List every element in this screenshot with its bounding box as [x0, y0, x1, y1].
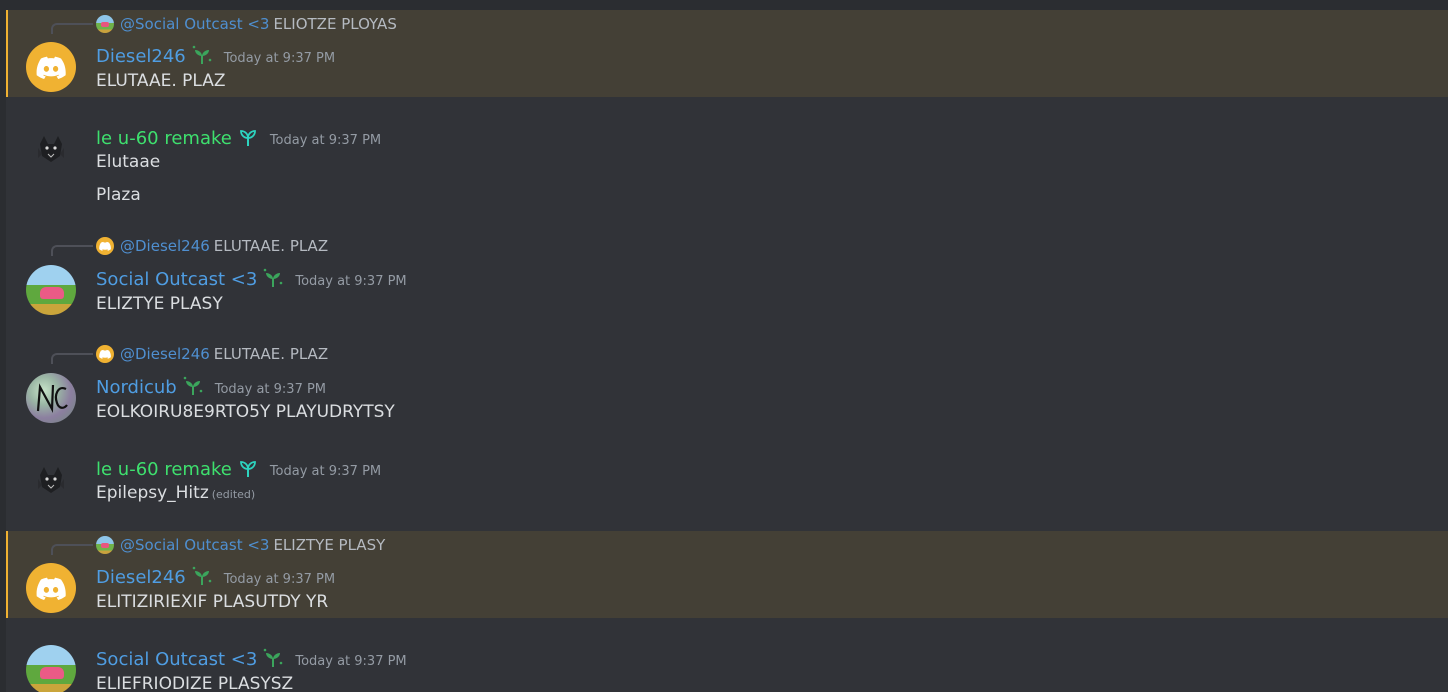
message[interactable]: @Diesel246 ELUTAAE. PLAZ Nordicub Today … — [6, 340, 1448, 430]
avatar[interactable] — [26, 645, 76, 692]
timestamp: Today at 9:37 PM — [269, 133, 382, 148]
message[interactable]: Social Outcast <3 Today at 9:37 PM ELIEF… — [6, 633, 1448, 692]
car-image — [40, 667, 64, 679]
message-header: Social Outcast <3 Today at 9:37 PM — [96, 265, 407, 290]
username[interactable]: Social Outcast <3 — [96, 649, 257, 670]
reply-author[interactable]: @Diesel246 — [120, 345, 210, 363]
car-image — [40, 287, 64, 299]
message-header: le u-60 remake Today at 9:37 PM — [96, 455, 381, 480]
reply-avatar-icon — [96, 345, 114, 363]
reply-connector — [51, 353, 93, 364]
sprout-icon[interactable] — [261, 268, 285, 288]
username[interactable]: Diesel246 — [96, 46, 186, 67]
timestamp: Today at 9:37 PM — [295, 274, 407, 289]
reply-connector — [51, 544, 93, 555]
avatar[interactable] — [26, 455, 76, 505]
sprout-icon[interactable] — [181, 376, 205, 396]
reply-text: ELUTAAE. PLAZ — [213, 237, 329, 255]
avatar[interactable] — [26, 42, 76, 92]
reply-author[interactable]: @Social Outcast <3 — [120, 536, 269, 554]
reply-connector — [51, 23, 93, 34]
message[interactable]: @Social Outcast <3 ELIOTZE PLOYAS Diesel… — [6, 10, 1448, 97]
message-content: Epilepsy_Hitz (edited) — [96, 483, 255, 503]
reply-preview[interactable]: @Social Outcast <3 ELIOTZE PLOYAS — [96, 14, 397, 34]
reply-text: ELUTAAE. PLAZ — [213, 345, 329, 363]
timestamp: Today at 9:37 PM — [269, 464, 382, 479]
reply-text: ELIZTYE PLASY — [273, 536, 386, 554]
message-header: Social Outcast <3 Today at 9:37 PM — [96, 645, 407, 670]
reply-preview[interactable]: @Social Outcast <3 ELIZTYE PLASY — [96, 535, 385, 555]
message-content: ELITIZIRIEXIF PLASUTDY YR — [96, 592, 329, 612]
sprout-cyan-icon[interactable] — [236, 127, 260, 147]
avatar[interactable] — [26, 373, 76, 423]
sprout-icon[interactable] — [190, 566, 214, 586]
username[interactable]: le u-60 remake — [96, 128, 232, 149]
top-strip — [0, 0, 1448, 10]
sprout-cyan-icon[interactable] — [236, 458, 260, 478]
message-header: Nordicub Today at 9:37 PM — [96, 373, 326, 398]
reply-connector — [51, 245, 93, 256]
edited-label: (edited) — [211, 488, 256, 501]
avatar[interactable] — [26, 563, 76, 613]
sprout-icon[interactable] — [261, 648, 285, 668]
message-content: Plaza — [96, 185, 141, 205]
message-content: ELIZTYE PLASY — [96, 294, 223, 314]
message-content: EOLKOIRU8E9RTO5Y PLAYUDRYTSY — [96, 402, 395, 422]
avatar[interactable] — [26, 124, 76, 174]
message[interactable]: le u-60 remake Today at 9:37 PM Elutaae … — [6, 112, 1448, 212]
bat-avatar-icon — [38, 467, 64, 493]
sprout-icon[interactable] — [190, 45, 214, 65]
username[interactable]: Nordicub — [96, 377, 177, 398]
reply-avatar-icon — [96, 536, 114, 554]
message-header: Diesel246 Today at 9:37 PM — [96, 563, 335, 588]
timestamp: Today at 9:37 PM — [223, 51, 336, 66]
message[interactable]: le u-60 remake Today at 9:37 PM Epilepsy… — [6, 443, 1448, 513]
avatar[interactable] — [26, 265, 76, 315]
message-content: Elutaae — [96, 152, 161, 172]
timestamp: Today at 9:37 PM — [214, 382, 327, 397]
reply-author[interactable]: @Diesel246 — [120, 237, 210, 255]
reply-preview[interactable]: @Diesel246 ELUTAAE. PLAZ — [96, 344, 328, 364]
discord-logo-icon — [36, 577, 66, 600]
reply-preview[interactable]: @Diesel246 ELUTAAE. PLAZ — [96, 236, 328, 256]
username[interactable]: Social Outcast <3 — [96, 269, 257, 290]
nc-monogram-icon — [36, 383, 68, 414]
message-header: le u-60 remake Today at 9:37 PM — [96, 124, 381, 149]
reply-avatar-icon — [96, 237, 114, 255]
message[interactable]: @Social Outcast <3 ELIZTYE PLASY Diesel2… — [6, 531, 1448, 618]
reply-text: ELIOTZE PLOYAS — [273, 15, 397, 33]
reply-author[interactable]: @Social Outcast <3 — [120, 15, 269, 33]
message-content: ELIEFRIODIZE PLASYSZ — [96, 674, 294, 692]
timestamp: Today at 9:37 PM — [295, 654, 407, 669]
discord-logo-icon — [36, 56, 66, 79]
message[interactable]: @Diesel246 ELUTAAE. PLAZ Social Outcast … — [6, 232, 1448, 322]
username[interactable]: le u-60 remake — [96, 459, 232, 480]
bat-avatar-icon — [38, 136, 64, 162]
message-text: Epilepsy_Hitz — [96, 483, 209, 503]
reply-avatar-icon — [96, 15, 114, 33]
message-content: ELUTAAE. PLAZ — [96, 71, 226, 91]
username[interactable]: Diesel246 — [96, 567, 186, 588]
message-header: Diesel246 Today at 9:37 PM — [96, 42, 335, 67]
timestamp: Today at 9:37 PM — [223, 572, 336, 587]
